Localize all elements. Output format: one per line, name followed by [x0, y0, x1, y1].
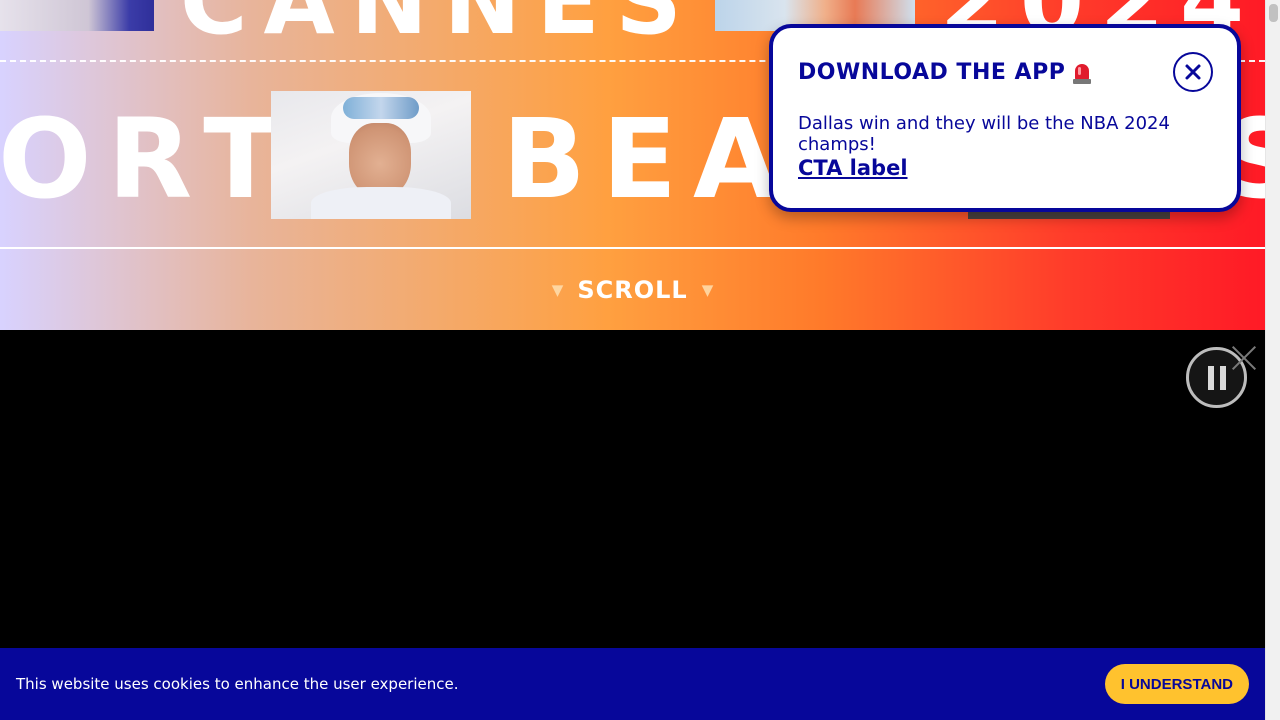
cookie-message: This website uses cookies to enhance the… — [16, 675, 459, 693]
close-icon — [1185, 64, 1201, 80]
pause-icon — [1207, 365, 1214, 390]
hero-word-cannes: CANNES — [180, 0, 698, 55]
video-close-icon[interactable] — [1228, 342, 1260, 374]
scroll-indicator[interactable]: ▼ SCROLL ▼ — [0, 249, 1265, 330]
photo-goggles — [343, 97, 419, 119]
popup-cta-link[interactable]: CTA label — [798, 156, 908, 180]
video-player[interactable] — [0, 330, 1265, 648]
scrollbar-thumb[interactable] — [1269, 4, 1278, 22]
popup-body-text: Dallas win and they will be the NBA 2024… — [798, 113, 1170, 155]
alarm-icon — [1073, 62, 1092, 84]
popup-title: DOWNLOAD THE APP — [798, 60, 1092, 85]
popup-close-button[interactable] — [1173, 52, 1213, 92]
page-scrollbar[interactable] — [1265, 0, 1280, 720]
download-app-popup: DOWNLOAD THE APP Dallas win and they wil… — [769, 24, 1241, 212]
hero-word-sport: ORT — [0, 95, 295, 223]
scroll-arrow-left-icon: ▼ — [551, 280, 564, 299]
photo-face — [349, 123, 411, 197]
cookie-accept-button[interactable]: I UNDERSTAND — [1104, 664, 1249, 704]
hero-photo-snow-girl — [271, 91, 471, 219]
scroll-label: SCROLL — [577, 275, 688, 304]
photo-coat — [311, 187, 451, 219]
scroll-arrow-right-icon: ▼ — [701, 280, 714, 299]
hero-photo-top-left — [0, 0, 154, 31]
cookie-banner: This website uses cookies to enhance the… — [0, 648, 1265, 720]
popup-title-text: DOWNLOAD THE APP — [798, 60, 1066, 85]
